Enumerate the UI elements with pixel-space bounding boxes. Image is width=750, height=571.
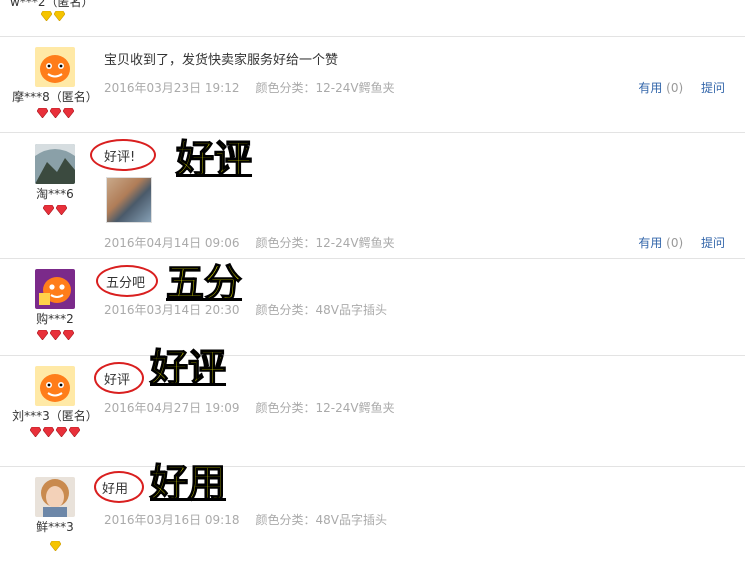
review-date: 2016年04月27日 19:09 [104,401,240,415]
red-diamond-icon [62,330,74,340]
review-sku: 颜色分类：12-24V鳄鱼夹 [255,401,395,415]
gold-diamond-icon [54,11,65,21]
review-actions: 有用 (0) 提问 [638,79,725,96]
annotation-label: 好评 [149,346,227,390]
taobao-orange-mascot-icon[interactable] [35,47,75,87]
taobao-orange-mascot-icon[interactable] [35,366,75,406]
reviewer-name[interactable]: 购***2 [0,310,110,327]
red-diamond-icon [49,108,61,118]
reviewer-block: 摩***8（匿名） [0,47,110,120]
review-fragment-top: w***2（匿名） [0,0,745,35]
red-diamond-icon [69,427,80,437]
review-meta: 2016年03月14日 20:30 颜色分类：48V品字插头 [104,301,387,318]
useful-count: (0) [666,81,684,95]
review-meta: 2016年04月27日 19:09 颜色分类：12-24V鳄鱼夹 [104,399,395,416]
reviewer-name[interactable]: 刘***3（匿名） [0,407,110,424]
review-item: 淘***6 好评! 好评 2016年04月14日 09:06 颜色分类：12-24… [0,132,745,259]
annotation-label: 好用 [149,461,227,505]
reviewer-level-gems [40,11,66,21]
photo-avatar-icon[interactable] [35,144,75,184]
review-sku: 颜色分类：12-24V鳄鱼夹 [255,236,395,250]
reviewer-name[interactable]: 摩***8（匿名） [0,88,110,105]
review-text: 宝贝收到了，发货快卖家服务好给一个赞 [104,53,339,68]
review-item: 鲜***3 好用 好用 2016年03月16日 09:18 颜色分类：48V品字插… [0,461,745,571]
useful-button[interactable]: 有用 [638,236,662,250]
useful-count: (0) [666,236,684,250]
useful-button[interactable]: 有用 [638,81,662,95]
red-diamond-icon [62,108,74,118]
review-date: 2016年03月14日 20:30 [104,303,240,317]
review-date: 2016年03月16日 09:18 [104,513,240,527]
review-text: 好评! [104,150,136,165]
review-item: 摩***8（匿名） 宝贝收到了，发货快卖家服务好给一个赞 2016年03月23日… [0,36,745,133]
girl-photo-avatar-icon[interactable] [35,477,75,517]
annotation-label: 五分 [165,261,243,305]
review-sku: 颜色分类：48V品字插头 [255,303,387,317]
review-meta: 2016年03月16日 09:18 颜色分类：48V品字插头 [104,511,387,528]
reviewer-block: 购***2 [0,269,110,342]
reviewer-name[interactable]: 鲜***3 [0,518,110,535]
reviewer-name[interactable]: 淘***6 [0,185,110,202]
review-text: 好评 [104,373,131,388]
red-diamond-icon [56,205,67,215]
red-diamond-icon [43,427,54,437]
red-diamond-icon [43,205,54,215]
reviewer-level-gems [0,205,110,217]
red-diamond-icon [30,427,41,437]
reviewer-level-gems [0,427,110,439]
review-sku: 颜色分类：48V品字插头 [255,513,387,527]
review-date: 2016年03月23日 19:12 [104,81,240,95]
review-item: 购***2 五分吧 五分 2016年03月14日 20:30 颜色分类：48V品字… [0,258,745,356]
reviewer-level-gems [0,541,110,553]
review-actions: 有用 (0) 提问 [638,234,725,251]
review-sku: 颜色分类：12-24V鳄鱼夹 [255,81,395,95]
red-diamond-icon [49,330,61,340]
red-diamond-icon [56,427,67,437]
review-meta: 2016年03月23日 19:12 颜色分类：12-24V鳄鱼夹 [104,79,395,96]
ask-button[interactable]: 提问 [701,236,725,250]
review-text: 五分吧 [106,276,146,291]
review-text: 好用 [102,482,129,497]
review-photo-thumbnail[interactable] [106,177,152,223]
review-date: 2016年04月14日 09:06 [104,236,240,250]
ask-button[interactable]: 提问 [701,81,725,95]
annotation-label: 好评 [175,137,253,181]
gold-diamond-icon [49,541,61,551]
reviewer-level-gems [0,108,110,120]
taobao-mascot-purple-icon[interactable] [35,269,75,309]
reviewer-level-gems [0,330,110,342]
gold-diamond-icon [41,11,52,21]
review-item: 刘***3（匿名） 好评 好评 2016年04月27日 19:09 颜色分类：12… [0,347,745,464]
red-diamond-icon [36,330,48,340]
review-meta: 2016年04月14日 09:06 颜色分类：12-24V鳄鱼夹 [104,234,395,251]
red-diamond-icon [36,108,48,118]
reviewer-name: w***2（匿名） [10,0,94,9]
